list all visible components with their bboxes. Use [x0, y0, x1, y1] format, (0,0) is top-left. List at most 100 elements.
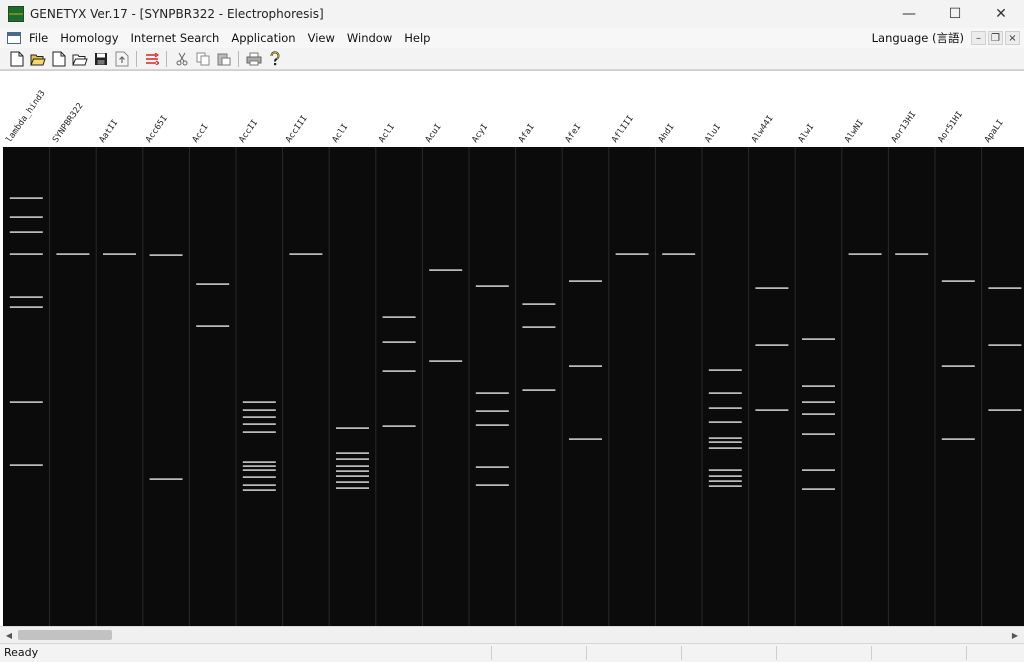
gel-band	[475, 466, 509, 468]
save-icon[interactable]	[90, 49, 111, 69]
gel-band	[755, 344, 789, 346]
status-divider	[681, 646, 682, 660]
status-text: Ready	[4, 646, 39, 659]
gel-band	[708, 485, 742, 487]
gel-band	[615, 253, 649, 255]
menu-homology[interactable]: Homology	[54, 28, 124, 48]
minimize-button[interactable]: —	[886, 0, 932, 28]
gel-band	[289, 253, 323, 255]
menu-application[interactable]: Application	[225, 28, 301, 48]
toolbar-separator	[238, 50, 239, 67]
print-icon[interactable]	[243, 49, 264, 69]
gel-band	[569, 280, 602, 282]
gel-band	[708, 437, 742, 439]
electrophoresis-view: lambda_hind3 SYNPBR322 AatII Acc65I AccI AccI…	[0, 70, 1024, 627]
lane-label: AatII	[97, 118, 120, 145]
gel-band	[941, 280, 975, 282]
copy-icon[interactable]	[192, 49, 213, 69]
gel-band	[708, 369, 742, 371]
lane-label: AccI	[191, 122, 211, 145]
menu-view[interactable]: View	[302, 28, 341, 48]
electrophoresis-gel: lambda_hind3 SYNPBR322 AatII Acc65I AccI AccI…	[3, 89, 1024, 627]
gel-band	[429, 360, 463, 362]
gel-band	[336, 470, 369, 472]
new-doc-icon[interactable]	[48, 49, 69, 69]
lane-label: AflIII	[610, 114, 636, 145]
align-icon[interactable]	[141, 49, 162, 69]
gel-band	[149, 478, 183, 480]
gel-band	[242, 469, 276, 471]
lane-label: AclI	[377, 122, 397, 145]
gel-band	[336, 427, 369, 429]
lane-label: AlwNI	[843, 118, 866, 145]
gel-band	[802, 433, 835, 435]
scroll-thumb[interactable]	[18, 630, 112, 640]
gel-band	[336, 452, 369, 454]
scroll-left-icon[interactable]: ◀	[1, 627, 17, 643]
gel-band	[242, 423, 276, 425]
cut-icon[interactable]	[171, 49, 192, 69]
gel-band	[196, 325, 230, 327]
maximize-button[interactable]: ☐	[932, 0, 978, 28]
gel-band	[103, 253, 136, 255]
gel-band	[708, 469, 742, 471]
menu-internet-search[interactable]: Internet Search	[125, 28, 226, 48]
child-minimize-button[interactable]: –	[971, 31, 986, 45]
menu-help[interactable]: Help	[398, 28, 436, 48]
child-window-controls: – ❐ ×	[971, 31, 1020, 45]
open-folder-icon[interactable]	[69, 49, 90, 69]
lane-label: AcyI	[470, 122, 490, 145]
gel-band	[802, 488, 835, 490]
gel-band	[336, 475, 369, 477]
window-title: GENETYX Ver.17 - [SYNPBR322 - Electropho…	[30, 7, 324, 21]
gel-band	[336, 458, 369, 460]
menu-file[interactable]: File	[23, 28, 54, 48]
menu-window[interactable]: Window	[341, 28, 398, 48]
close-button[interactable]: ✕	[978, 0, 1024, 28]
gel-band	[336, 487, 369, 489]
gel-band	[522, 389, 556, 391]
gel-band	[802, 413, 835, 415]
genetyx-app-icon	[8, 6, 24, 22]
gel-band	[9, 464, 43, 466]
gel-band	[382, 370, 416, 372]
gel-band	[522, 303, 556, 305]
child-close-button[interactable]: ×	[1005, 31, 1020, 45]
gel-band	[708, 392, 742, 394]
open-icon[interactable]	[27, 49, 48, 69]
language-menu[interactable]: Language (言語)	[872, 28, 964, 48]
scroll-right-icon[interactable]: ▶	[1007, 627, 1023, 643]
child-restore-button[interactable]: ❐	[988, 31, 1003, 45]
gel-band	[9, 231, 43, 233]
lane-label: AclI	[330, 122, 350, 145]
new-icon[interactable]	[6, 49, 27, 69]
gel-band	[242, 476, 276, 478]
gel-band	[755, 287, 789, 289]
paste-icon[interactable]	[213, 49, 234, 69]
gel-band	[802, 385, 835, 387]
horizontal-scrollbar[interactable]: ◀ ▶	[0, 626, 1024, 643]
gel-band	[149, 254, 183, 256]
lane-label: SYNPBR322	[51, 101, 86, 144]
gel-band	[708, 447, 742, 449]
gel-band	[242, 489, 276, 491]
export-icon[interactable]	[111, 49, 132, 69]
status-divider	[776, 646, 777, 660]
gel-band	[9, 197, 43, 199]
lane-label: AhdI	[657, 122, 677, 145]
status-divider	[491, 646, 492, 660]
lane-label: Acc65I	[144, 114, 170, 145]
gel-band	[708, 441, 742, 443]
gel-band	[988, 287, 1022, 289]
document-icon[interactable]	[7, 32, 21, 44]
gel-band	[988, 409, 1022, 411]
gel-band	[848, 253, 882, 255]
gel-band	[569, 438, 602, 440]
gel-band	[802, 401, 835, 403]
gel-band	[9, 216, 43, 218]
menu-bar: File Homology Internet Search Applicatio…	[0, 28, 1024, 48]
gel-band	[242, 461, 276, 463]
lane-label: AlwI	[796, 122, 816, 145]
gel-band	[242, 465, 276, 467]
help-icon[interactable]	[264, 49, 285, 69]
